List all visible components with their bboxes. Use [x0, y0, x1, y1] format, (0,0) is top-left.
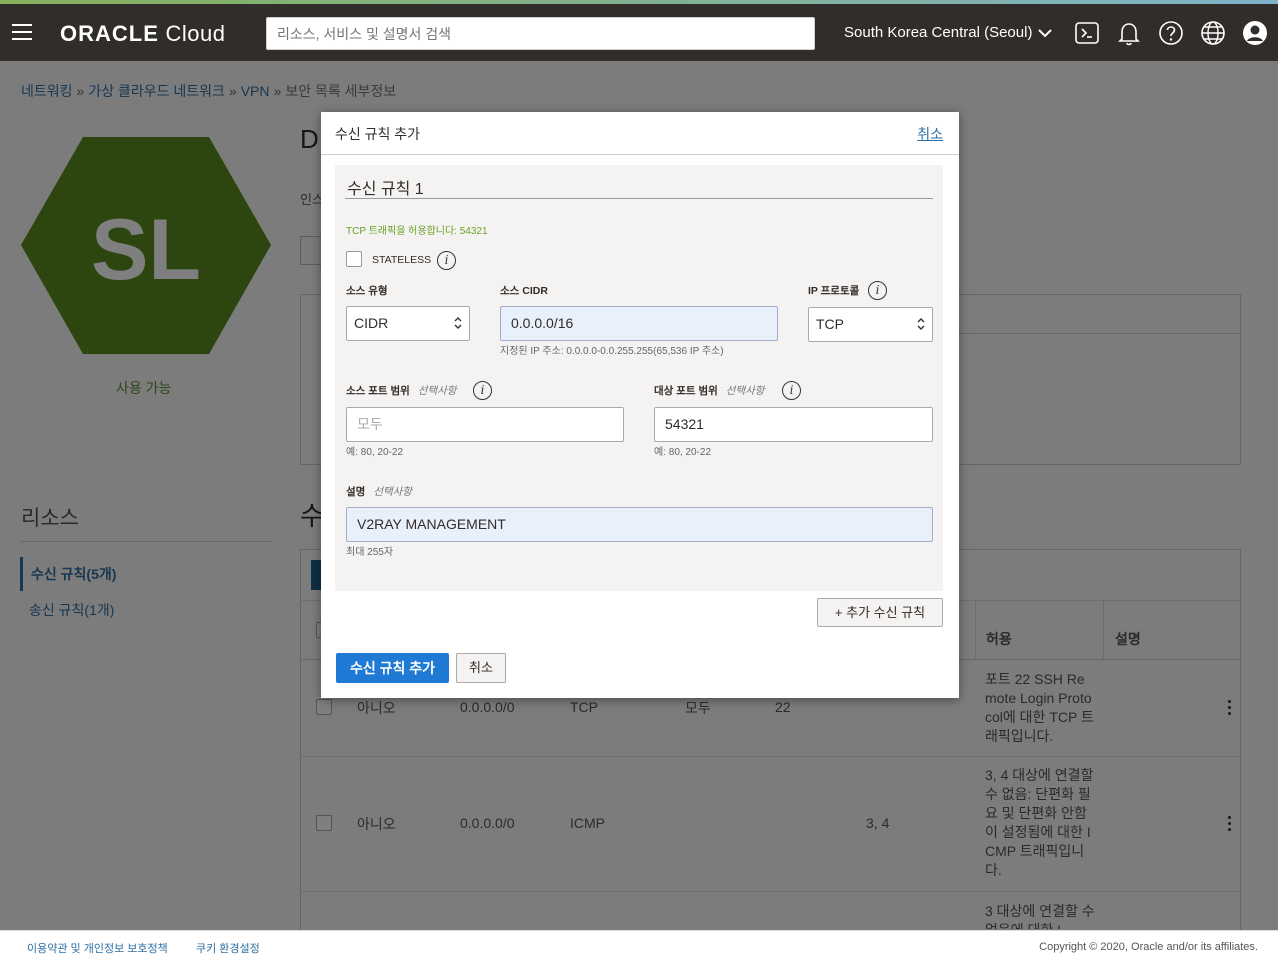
source-port-hint: 예: 80, 20-22	[346, 447, 404, 458]
source-type-label: 소스 유형	[346, 285, 388, 297]
ip-protocol-value: TCP	[816, 316, 844, 332]
rule-summary: TCP 트래픽을 허용합니다: 54321	[346, 226, 488, 237]
cloud-shell-icon[interactable]	[1074, 20, 1100, 46]
language-globe-icon[interactable]	[1200, 20, 1226, 46]
ip-protocol-info-icon[interactable]: i	[868, 281, 887, 300]
ingress-rule-panel: 수신 규칙 1 TCP 트래픽을 허용합니다: 54321 STATELESS …	[335, 165, 943, 591]
cancel-button[interactable]: 취소	[456, 653, 506, 683]
dialog-header: 수신 규칙 추가 취소	[321, 112, 959, 155]
chevron-down-icon	[1038, 28, 1053, 37]
dialog-title: 수신 규칙 추가	[335, 126, 421, 142]
rule-title: 수신 규칙 1	[347, 181, 424, 198]
notification-bell-icon[interactable]	[1116, 20, 1142, 46]
footer: 이용약관 및 개인정보 보호정책 쿠키 환경설정 Copyright © 202…	[0, 930, 1278, 960]
source-cidr-label: 소스 CIDR	[500, 285, 548, 297]
menu-icon[interactable]	[12, 24, 32, 40]
copyright: Copyright © 2020, Oracle and/or its affi…	[1039, 941, 1258, 953]
oracle-cloud-logo[interactable]: ORACLE Cloud	[60, 21, 226, 47]
dialog-cancel-link[interactable]: 취소	[917, 124, 943, 144]
source-cidr-hint: 지정된 IP 주소: 0.0.0.0-0.0.255.255(65,536 IP…	[500, 346, 724, 357]
cookie-preferences-link[interactable]: 쿠키 환경설정	[196, 940, 260, 956]
ip-protocol-select[interactable]: TCP	[808, 307, 933, 342]
dest-port-hint: 예: 80, 20-22	[654, 447, 712, 458]
source-port-input[interactable]: 모두	[346, 407, 624, 442]
user-profile-icon[interactable]	[1242, 20, 1268, 46]
stateless-info-icon[interactable]: i	[437, 251, 456, 270]
dest-port-info-icon[interactable]: i	[782, 381, 801, 400]
dest-port-input[interactable]: 54321	[654, 407, 933, 442]
description-hint: 최대 255자	[346, 547, 394, 558]
terms-privacy-link[interactable]: 이용약관 및 개인정보 보호정책	[27, 940, 168, 956]
region-selector[interactable]: South Korea Central (Seoul)	[844, 24, 1053, 41]
source-port-label: 소스 포트 범위 선택사항	[346, 385, 457, 397]
description-label: 설명 선택사항	[346, 486, 412, 498]
help-icon[interactable]	[1158, 20, 1184, 46]
add-ingress-rules-dialog: 수신 규칙 추가 취소 수신 규칙 1 TCP 트래픽을 허용합니다: 5432…	[321, 112, 959, 698]
source-port-info-icon[interactable]: i	[473, 381, 492, 400]
add-ingress-rules-submit-button[interactable]: 수신 규칙 추가	[336, 653, 449, 683]
rule-divider	[345, 198, 933, 199]
add-another-ingress-rule-button[interactable]: + 추가 수신 규칙	[817, 598, 943, 627]
region-label: South Korea Central (Seoul)	[844, 24, 1033, 41]
source-cidr-input[interactable]: 0.0.0.0/16	[500, 306, 778, 341]
top-navigation-bar: ORACLE Cloud South Korea Central (Seoul)	[0, 4, 1278, 61]
source-type-value: CIDR	[354, 315, 389, 331]
search-input[interactable]	[266, 17, 815, 50]
stateless-checkbox[interactable]	[346, 251, 362, 267]
select-spinner-icon	[917, 318, 925, 330]
dest-port-label: 대상 포트 범위 선택사항	[654, 385, 765, 397]
select-spinner-icon	[454, 317, 462, 329]
description-input[interactable]: V2RAY MANAGEMENT	[346, 507, 933, 542]
stateless-label: STATELESS	[372, 254, 432, 266]
source-type-select[interactable]: CIDR	[346, 306, 470, 341]
ip-protocol-label: IP 프로토콜	[808, 285, 860, 297]
